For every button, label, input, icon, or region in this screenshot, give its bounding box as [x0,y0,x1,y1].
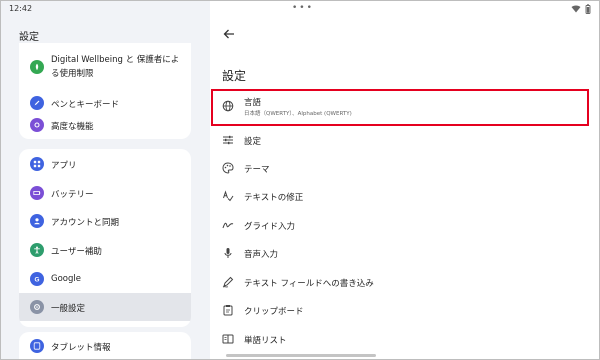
settings-item[interactable]: 設定 [222,127,592,155]
tune-icon [223,135,233,145]
settings-card-2: アプリ バッテリー アカウントと同期 ユーザー補助 G Google 一般設定 [19,149,191,327]
status-icons [571,4,591,14]
handwriting-label: テキスト フィールドへの書き込み [244,279,374,289]
clipboard-label: クリップボード [244,307,304,317]
sidebar-item-apps[interactable]: アプリ [19,150,191,178]
multitask-dots-icon[interactable]: ••• [292,3,314,13]
word-list-label: 単語リスト [244,336,287,346]
sidebar-item-account-sync[interactable]: アカウントと同期 [19,207,191,235]
sidebar-item-advanced-features[interactable]: 高度な機能 [19,111,191,139]
sidebar-item-label: タブレット情報 [51,343,111,353]
status-time: 12:42 [9,4,33,13]
clipboard-item[interactable]: クリップボード [222,297,592,325]
settings-card-1: Digital Wellbeing と 保護者による使用制限 ペンとキーボード … [19,43,191,139]
wifi-icon [571,5,581,13]
theme-item[interactable]: テーマ [222,155,592,183]
sidebar-item-label: 一般設定 [51,304,86,314]
clipboard-icon [223,305,233,316]
mic-icon [224,248,232,258]
settings-list-pane: 設定 Digital Wellbeing と 保護者による使用制限 ペンとキーボ… [1,1,210,359]
sidebar-item-google[interactable]: G Google [19,265,191,293]
sidebar-item-digital-wellbeing[interactable]: Digital Wellbeing と 保護者による使用制限 [19,49,191,85]
word-list-item[interactable]: 単語リスト [222,326,592,354]
sidebar-item-general-settings[interactable]: 一般設定 [19,293,191,321]
handwriting-icon [222,276,234,288]
sidebar-item-label: Digital Wellbeing と 保護者による使用制限 [51,55,180,79]
sidebar-item-tablet-info[interactable]: タブレット情報 [19,332,191,359]
sidebar-item-label: 高度な機能 [51,122,94,132]
settings-label: 設定 [244,137,262,147]
palette-icon [222,162,234,174]
glide-typing-label: グライド入力 [244,222,296,232]
general-settings-icon [30,300,44,314]
account-icon [30,214,44,228]
page-title: 設定 [222,69,247,83]
sidebar-item-label: アカウントと同期 [51,218,120,228]
svg-text:G: G [35,276,40,283]
spellcheck-icon [223,190,234,202]
accessibility-icon [30,243,44,257]
navigation-handle[interactable] [226,354,376,357]
gesture-icon [222,222,234,229]
sidebar-item-accessibility[interactable]: ユーザー補助 [19,236,191,264]
apps-icon [30,157,44,171]
sidebar-item-label: バッテリー [51,190,94,200]
text-correction-label: テキストの修正 [244,193,304,203]
left-pane-title: 設定 [19,32,39,43]
google-icon: G [30,272,44,286]
back-arrow-icon[interactable] [222,27,236,41]
battery-icon [30,186,44,200]
status-bar: 12:42 ••• [1,1,599,19]
sidebar-item-label: ペンとキーボード [51,100,120,110]
battery-status-icon [585,4,591,14]
wellbeing-icon [30,60,44,74]
pen-icon [30,96,44,110]
handwriting-item[interactable]: テキスト フィールドへの書き込み [222,269,592,297]
voice-input-item[interactable]: 音声入力 [222,240,592,268]
tablet-info-icon [30,339,44,353]
text-correction-item[interactable]: テキストの修正 [222,183,592,211]
settings-card-3: タブレット情報 [19,332,191,359]
sidebar-item-label: ユーザー補助 [51,247,102,257]
voice-input-label: 音声入力 [244,250,279,260]
sidebar-item-label: アプリ [51,161,77,171]
sidebar-item-label: Google [51,274,81,284]
dictionary-icon [222,334,234,344]
highlight-box [211,89,589,126]
sidebar-item-battery[interactable]: バッテリー [19,179,191,207]
glide-typing-item[interactable]: グライド入力 [222,212,592,240]
theme-label: テーマ [244,165,270,175]
advanced-features-icon [30,118,44,132]
